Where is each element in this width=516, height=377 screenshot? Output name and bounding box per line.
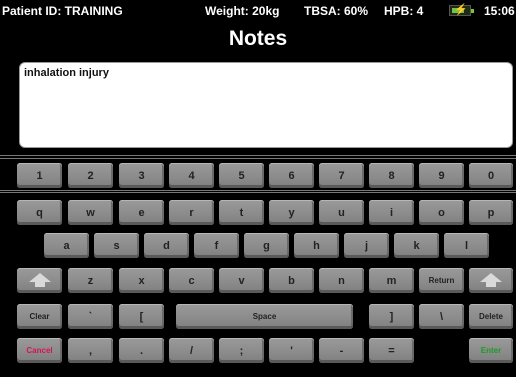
key-s[interactable]: s (94, 233, 139, 258)
battery-charging-icon: ⚡ (449, 4, 474, 16)
clock: 15:06 (484, 4, 515, 18)
key-b[interactable]: b (269, 268, 314, 293)
divider (0, 155, 516, 156)
bolt-icon: ⚡ (454, 4, 468, 16)
key-k[interactable]: k (394, 233, 439, 258)
key-w[interactable]: w (68, 200, 113, 225)
key-6[interactable]: 6 (269, 163, 314, 188)
key-a[interactable]: a (44, 233, 89, 258)
key-semicolon[interactable]: ; (219, 338, 264, 363)
key-backtick[interactable]: ` (68, 304, 113, 329)
key-comma[interactable]: , (68, 338, 113, 363)
key-y[interactable]: y (269, 200, 314, 225)
return-button[interactable]: Return (419, 268, 464, 293)
weight: Weight: 20kg (205, 4, 280, 18)
key-0[interactable]: 0 (469, 163, 513, 188)
key-9[interactable]: 9 (419, 163, 464, 188)
key-right-bracket[interactable]: ] (369, 304, 414, 329)
notes-textarea[interactable]: inhalation injury (19, 62, 513, 148)
patient-id: Patient ID: TRAINING (2, 4, 123, 18)
key-l[interactable]: l (444, 233, 489, 258)
key-2[interactable]: 2 (68, 163, 113, 188)
key-left-bracket[interactable]: [ (119, 304, 164, 329)
key-quote[interactable]: ' (269, 338, 314, 363)
key-c[interactable]: c (169, 268, 214, 293)
key-slash[interactable]: / (169, 338, 214, 363)
shift-arrow-icon (480, 273, 502, 287)
divider (0, 192, 516, 193)
key-3[interactable]: 3 (119, 163, 164, 188)
key-period[interactable]: . (119, 338, 164, 363)
divider (0, 190, 516, 191)
key-v[interactable]: v (219, 268, 264, 293)
shift-arrow-icon (28, 273, 51, 287)
key-minus[interactable]: - (319, 338, 364, 363)
key-p[interactable]: p (469, 200, 513, 225)
page-title: Notes (228, 27, 288, 50)
battery-nub (471, 9, 474, 13)
key-4[interactable]: 4 (169, 163, 214, 188)
key-f[interactable]: f (194, 233, 239, 258)
key-e[interactable]: e (119, 200, 164, 225)
key-o[interactable]: o (419, 200, 464, 225)
key-q[interactable]: q (17, 200, 62, 225)
shift-left-button[interactable] (17, 268, 62, 293)
status-bar: Patient ID: TRAINING Weight: 20kg TBSA: … (0, 0, 516, 22)
tbsa: TBSA: 60% (304, 4, 369, 18)
key-z[interactable]: z (68, 268, 113, 293)
key-backslash[interactable]: \ (419, 304, 464, 329)
key-t[interactable]: t (219, 200, 264, 225)
key-8[interactable]: 8 (369, 163, 414, 188)
key-equals[interactable]: = (369, 338, 414, 363)
key-u[interactable]: u (319, 200, 364, 225)
delete-button[interactable]: Delete (469, 304, 513, 329)
key-j[interactable]: j (344, 233, 389, 258)
key-7[interactable]: 7 (319, 163, 364, 188)
space-button[interactable]: Space (176, 304, 353, 329)
shift-right-button[interactable] (469, 268, 513, 293)
divider (0, 158, 516, 159)
key-r[interactable]: r (169, 200, 214, 225)
hpb: HPB: 4 (384, 4, 424, 18)
clear-button[interactable]: Clear (17, 304, 62, 329)
enter-button[interactable]: Enter (469, 338, 513, 363)
key-x[interactable]: x (119, 268, 164, 293)
key-d[interactable]: d (144, 233, 189, 258)
key-1[interactable]: 1 (17, 163, 62, 188)
key-h[interactable]: h (294, 233, 339, 258)
key-g[interactable]: g (244, 233, 289, 258)
key-i[interactable]: i (369, 200, 414, 225)
cancel-button[interactable]: Cancel (17, 338, 62, 363)
key-m[interactable]: m (369, 268, 414, 293)
key-n[interactable]: n (319, 268, 364, 293)
key-5[interactable]: 5 (219, 163, 264, 188)
